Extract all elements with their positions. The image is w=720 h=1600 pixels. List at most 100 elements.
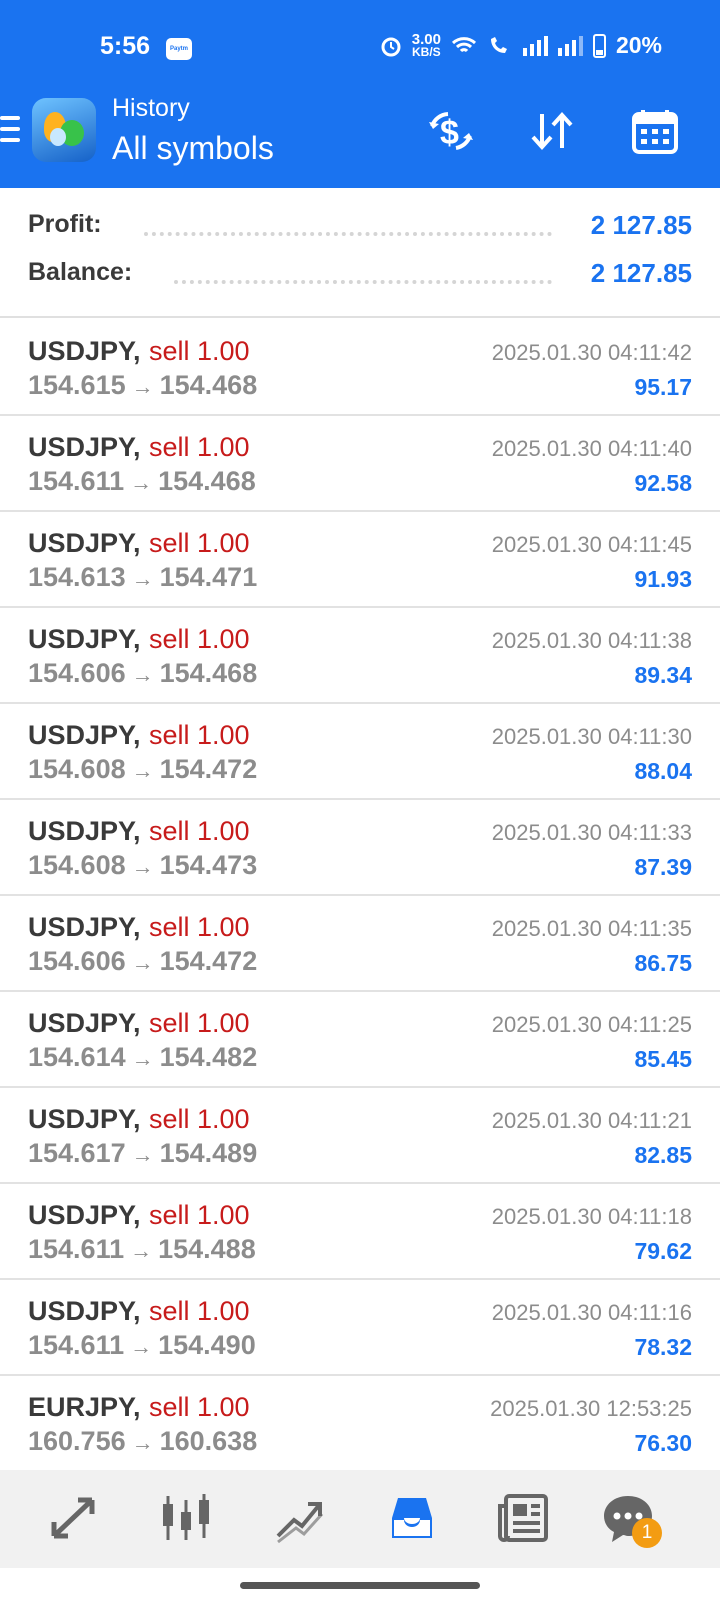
trade-symbol: USDJPY,	[28, 1104, 141, 1134]
close-price: 154.468	[159, 370, 258, 400]
news-icon[interactable]	[496, 1490, 552, 1546]
trade-profit: 76.30	[634, 1430, 692, 1456]
page-title: History	[112, 94, 190, 122]
status-time: 5:56	[100, 32, 151, 60]
open-price: 154.606	[28, 658, 126, 688]
trade-profit: 88.04	[634, 758, 692, 784]
trade-prices: 154.611 → 154.490	[28, 1330, 256, 1361]
trade-profit: 89.34	[634, 662, 692, 688]
trade-history-list[interactable]: USDJPY, sell 1.00 154.615 → 154.468 2025.01.3…	[0, 320, 720, 1470]
trade-symbol: USDJPY,	[28, 336, 141, 366]
chart-icon[interactable]	[158, 1490, 214, 1546]
trade-time: 2025.01.30 12:53:25	[490, 1396, 692, 1421]
trade-symbol: EURJPY,	[28, 1392, 141, 1422]
close-price: 154.482	[159, 1042, 258, 1072]
trade-side: sell 1.00	[149, 528, 250, 558]
trade-time: 2025.01.30 04:11:38	[491, 628, 692, 653]
trade-row[interactable]: USDJPY, sell 1.00 154.617 → 154.489 2025.01.3…	[0, 1088, 720, 1184]
arrow-right-icon: →	[131, 662, 154, 687]
trade-time: 2025.01.30 04:11:30	[491, 724, 692, 749]
trade-row[interactable]: USDJPY, sell 1.00 154.611 → 154.490 2025.01.3…	[0, 1280, 720, 1376]
trade-row[interactable]: USDJPY, sell 1.00 154.613 → 154.471 2025.01.3…	[0, 512, 720, 608]
history-summary: Profit: 2 127.85 Balance: 2 127.85	[0, 188, 720, 318]
trade-prices: 154.608 → 154.473	[28, 850, 257, 881]
chat-icon[interactable]: 1	[600, 1490, 662, 1548]
speed-unit: KB/S	[412, 44, 441, 59]
trade-row[interactable]: USDJPY, sell 1.00 154.608 → 154.473 2025.01.3…	[0, 800, 720, 896]
trade-time: 2025.01.30 04:11:33	[491, 820, 692, 845]
app-logo[interactable]	[32, 98, 96, 162]
dotted-leader	[144, 232, 552, 236]
trade-symbol: USDJPY,	[28, 720, 141, 750]
profit-value: 2 127.85	[590, 210, 692, 240]
trade-icon[interactable]	[272, 1490, 328, 1546]
dotted-leader	[174, 280, 552, 284]
trade-prices: 154.608 → 154.472	[28, 754, 257, 785]
trade-time: 2025.01.30 04:11:18	[491, 1204, 692, 1229]
trade-profit: 79.62	[634, 1238, 692, 1264]
signal-icon-2	[557, 35, 583, 56]
trade-profit: 85.45	[634, 1046, 692, 1072]
close-price: 154.471	[159, 562, 258, 592]
history-icon[interactable]	[384, 1490, 440, 1546]
arrow-right-icon: →	[131, 950, 154, 975]
currency-exchange-icon[interactable]: $	[426, 108, 476, 154]
close-price: 154.468	[159, 658, 258, 688]
profit-row: Profit: 2 127.85	[28, 210, 692, 250]
trade-time: 2025.01.30 04:11:16	[491, 1300, 692, 1325]
trade-row[interactable]: EURJPY, sell 1.00 160.756 → 160.638 2025.01.3…	[0, 1376, 720, 1470]
trade-symbol: USDJPY,	[28, 1008, 141, 1038]
trade-side: sell 1.00	[149, 1104, 250, 1134]
open-price: 154.611	[28, 466, 125, 496]
trade-side: sell 1.00	[149, 1200, 250, 1230]
trade-row[interactable]: USDJPY, sell 1.00 154.606 → 154.468 2025.01.3…	[0, 608, 720, 704]
open-price: 154.608	[28, 850, 126, 880]
wifi-calling-icon	[490, 36, 507, 53]
balance-label: Balance:	[28, 258, 133, 286]
trade-side: sell 1.00	[149, 624, 250, 654]
trade-profit: 78.32	[634, 1334, 692, 1360]
trade-time: 2025.01.30 04:11:40	[491, 436, 692, 461]
trade-row[interactable]: USDJPY, sell 1.00 154.608 → 154.472 2025.01.3…	[0, 704, 720, 800]
trade-prices: 154.613 → 154.471	[28, 562, 257, 593]
calendar-icon[interactable]	[630, 108, 680, 154]
status-icons: 3.00 KB/S 20%	[380, 32, 662, 59]
battery-level: 20%	[615, 32, 662, 58]
arrow-right-icon: →	[130, 1334, 153, 1359]
arrow-right-icon: →	[131, 1046, 154, 1071]
trade-symbol: USDJPY,	[28, 528, 141, 558]
trade-prices: 154.614 → 154.482	[28, 1042, 257, 1073]
trade-time: 2025.01.30 04:11:35	[491, 916, 692, 941]
home-indicator[interactable]	[240, 1582, 480, 1589]
open-price: 154.611	[28, 1330, 125, 1360]
trade-side: sell 1.00	[149, 1008, 250, 1038]
close-price: 154.472	[159, 754, 258, 784]
trade-row[interactable]: USDJPY, sell 1.00 154.611 → 154.488 2025.01.3…	[0, 1184, 720, 1280]
bottom-navigation: 1	[0, 1470, 720, 1568]
close-price: 154.489	[159, 1138, 258, 1168]
arrow-right-icon: →	[131, 854, 154, 879]
alarm-icon	[381, 37, 401, 56]
trade-row[interactable]: USDJPY, sell 1.00 154.614 → 154.482 2025.01.3…	[0, 992, 720, 1088]
symbol-filter[interactable]: All symbols	[112, 130, 274, 167]
status-bar: 5:56 Paytm 3.00 KB/S 20%	[0, 0, 720, 92]
trade-time: 2025.01.30 04:11:21	[491, 1108, 692, 1133]
menu-icon[interactable]	[0, 116, 20, 144]
arrow-right-icon: →	[131, 758, 154, 783]
trade-row[interactable]: USDJPY, sell 1.00 154.606 → 154.472 2025.01.3…	[0, 896, 720, 992]
sort-icon[interactable]	[528, 108, 578, 154]
trade-prices: 154.606 → 154.468	[28, 658, 257, 689]
trade-side: sell 1.00	[149, 1296, 250, 1326]
trade-row[interactable]: USDJPY, sell 1.00 154.615 → 154.468 2025.01.3…	[0, 320, 720, 416]
trade-row[interactable]: USDJPY, sell 1.00 154.611 → 154.468 2025.01.3…	[0, 416, 720, 512]
trade-profit: 87.39	[634, 854, 692, 880]
close-price: 154.472	[159, 946, 258, 976]
quotes-icon[interactable]	[46, 1490, 102, 1546]
open-price: 154.606	[28, 946, 126, 976]
open-price: 154.614	[28, 1042, 126, 1072]
open-price: 154.611	[28, 1234, 125, 1264]
trade-prices: 154.611 → 154.468	[28, 466, 256, 497]
arrow-right-icon: →	[131, 374, 154, 399]
trade-prices: 154.611 → 154.488	[28, 1234, 256, 1265]
trade-prices: 154.617 → 154.489	[28, 1138, 257, 1169]
